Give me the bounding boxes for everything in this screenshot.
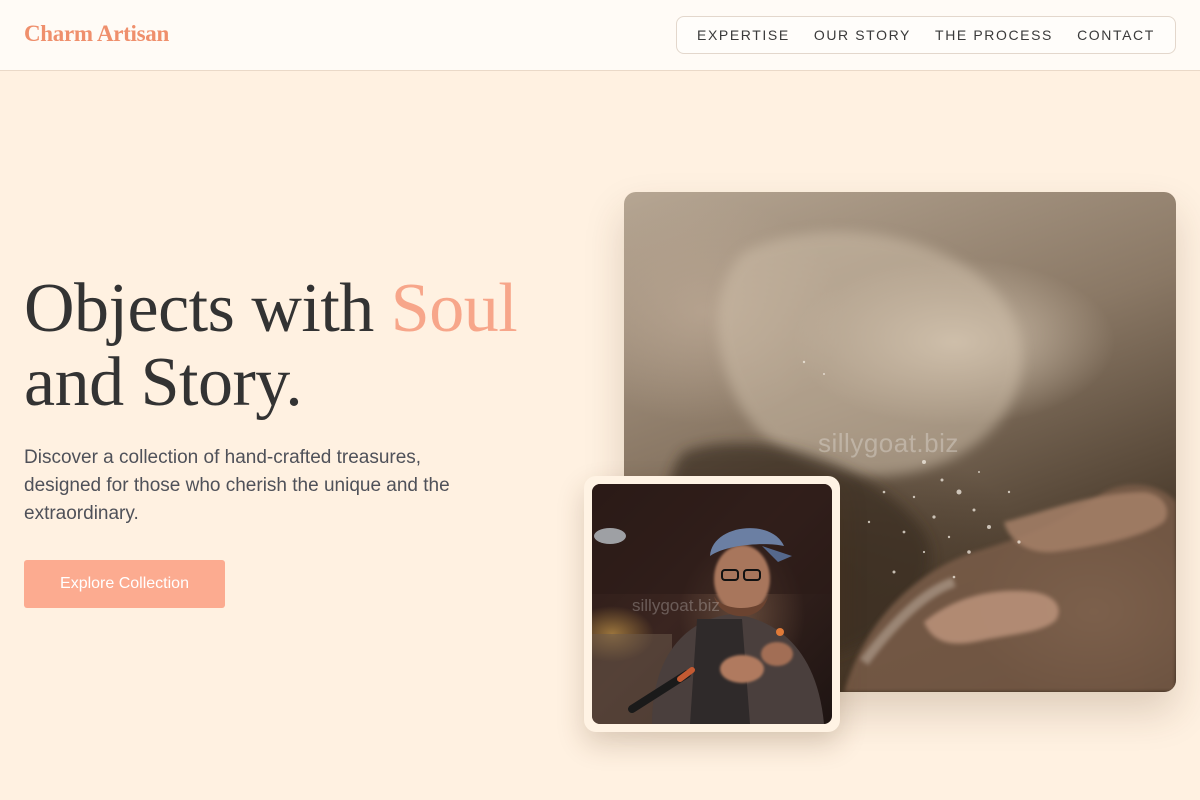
headline-text-line2: and Story. [24, 344, 303, 421]
nav-link-contact[interactable]: CONTACT [1077, 27, 1155, 43]
headline-text: Objects with [24, 270, 391, 347]
nav-link-our-story[interactable]: OUR STORY [814, 27, 911, 43]
artisan-photo: sillygoat.biz [592, 484, 832, 724]
nav-link-the-process[interactable]: THE PROCESS [935, 27, 1053, 43]
main-nav: EXPERTISE OUR STORY THE PROCESS CONTACT [676, 16, 1176, 54]
headline-accent: Soul [390, 270, 518, 347]
hero-headline: Objects with Soul and Story. [24, 272, 584, 420]
explore-collection-button[interactable]: Explore Collection [24, 560, 225, 608]
artisan-photo-frame: sillygoat.biz [584, 476, 840, 732]
nav-link-expertise[interactable]: EXPERTISE [697, 27, 790, 43]
image-watermark: sillygoat.biz [818, 428, 959, 458]
hero-description: Discover a collection of hand-crafted tr… [24, 447, 450, 524]
logo[interactable]: Charm Artisan [24, 21, 169, 47]
image-watermark-inset: sillygoat.biz [632, 596, 720, 615]
site-header: Charm Artisan EXPERTISE OUR STORY THE PR… [0, 0, 1200, 71]
